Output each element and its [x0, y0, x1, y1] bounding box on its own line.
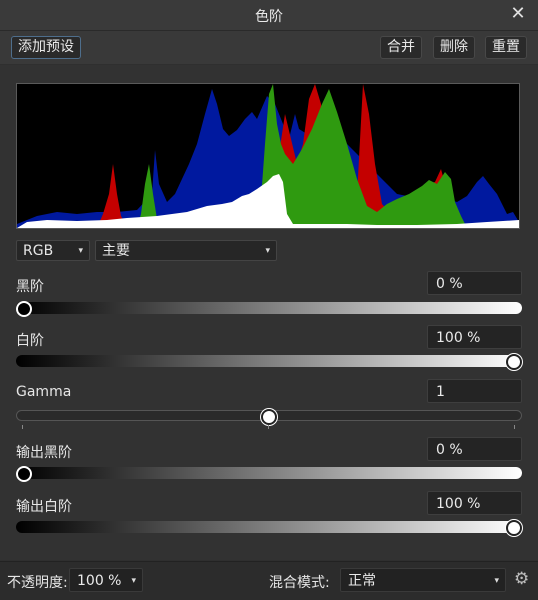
gamma-input[interactable]: 1: [427, 379, 522, 403]
reset-button[interactable]: 重置: [485, 36, 527, 59]
close-icon[interactable]: ✕: [508, 3, 528, 25]
output-black-knob[interactable]: [16, 466, 32, 482]
blend-mode-value: 正常: [348, 573, 376, 589]
mode-value: 主要: [102, 243, 130, 259]
black-level-input[interactable]: 0 %: [427, 271, 522, 295]
output-black-input[interactable]: 0 %: [427, 437, 522, 461]
channel-dropdown[interactable]: RGB ▾: [16, 240, 90, 261]
gamma-tick: [514, 425, 515, 429]
output-white-slider[interactable]: [16, 520, 522, 536]
add-preset-button[interactable]: 添加预设: [11, 36, 81, 59]
gamma-slider[interactable]: [16, 409, 522, 425]
blend-mode-label: 混合模式:: [269, 575, 330, 591]
chevron-down-icon: ▾: [265, 246, 270, 256]
gear-icon[interactable]: ⚙: [514, 570, 532, 588]
chevron-down-icon: ▾: [131, 576, 136, 586]
gamma-label: Gamma: [16, 384, 72, 400]
footer-bar: 不透明度: 100 % ▾ 混合模式: 正常 ▾ ⚙: [0, 561, 538, 600]
output-white-label: 输出白阶: [16, 499, 72, 515]
white-level-input[interactable]: 100 %: [427, 325, 522, 349]
output-black-slider[interactable]: [16, 466, 522, 482]
gamma-tick: [22, 425, 23, 429]
preset-toolbar: 添加预设 合并 删除 重置: [0, 31, 538, 64]
chevron-down-icon: ▾: [78, 246, 83, 256]
histogram-graph: [17, 84, 519, 228]
black-level-slider[interactable]: [16, 301, 522, 317]
white-level-slider[interactable]: [16, 354, 522, 370]
black-level-knob[interactable]: [16, 301, 32, 317]
dialog-title: 色阶: [255, 9, 283, 25]
mode-dropdown[interactable]: 主要 ▾: [95, 240, 277, 261]
white-level-knob[interactable]: [506, 354, 522, 370]
output-white-knob[interactable]: [506, 520, 522, 536]
histogram: [16, 83, 520, 229]
channel-value: RGB: [23, 243, 54, 259]
merge-button[interactable]: 合并: [380, 36, 422, 59]
gamma-tick: [268, 425, 269, 429]
delete-button[interactable]: 删除: [433, 36, 475, 59]
title-bar: 色阶 ✕: [0, 0, 538, 31]
white-level-label: 白阶: [16, 333, 44, 349]
blend-mode-dropdown[interactable]: 正常 ▾: [340, 568, 506, 592]
opacity-dropdown[interactable]: 100 % ▾: [69, 568, 143, 592]
output-white-input[interactable]: 100 %: [427, 491, 522, 515]
output-black-label: 输出黑阶: [16, 445, 72, 461]
chevron-down-icon: ▾: [494, 576, 499, 586]
opacity-label: 不透明度:: [7, 575, 68, 591]
black-level-label: 黑阶: [16, 279, 44, 295]
gamma-knob[interactable]: [261, 409, 277, 425]
opacity-value: 100 %: [77, 573, 122, 589]
